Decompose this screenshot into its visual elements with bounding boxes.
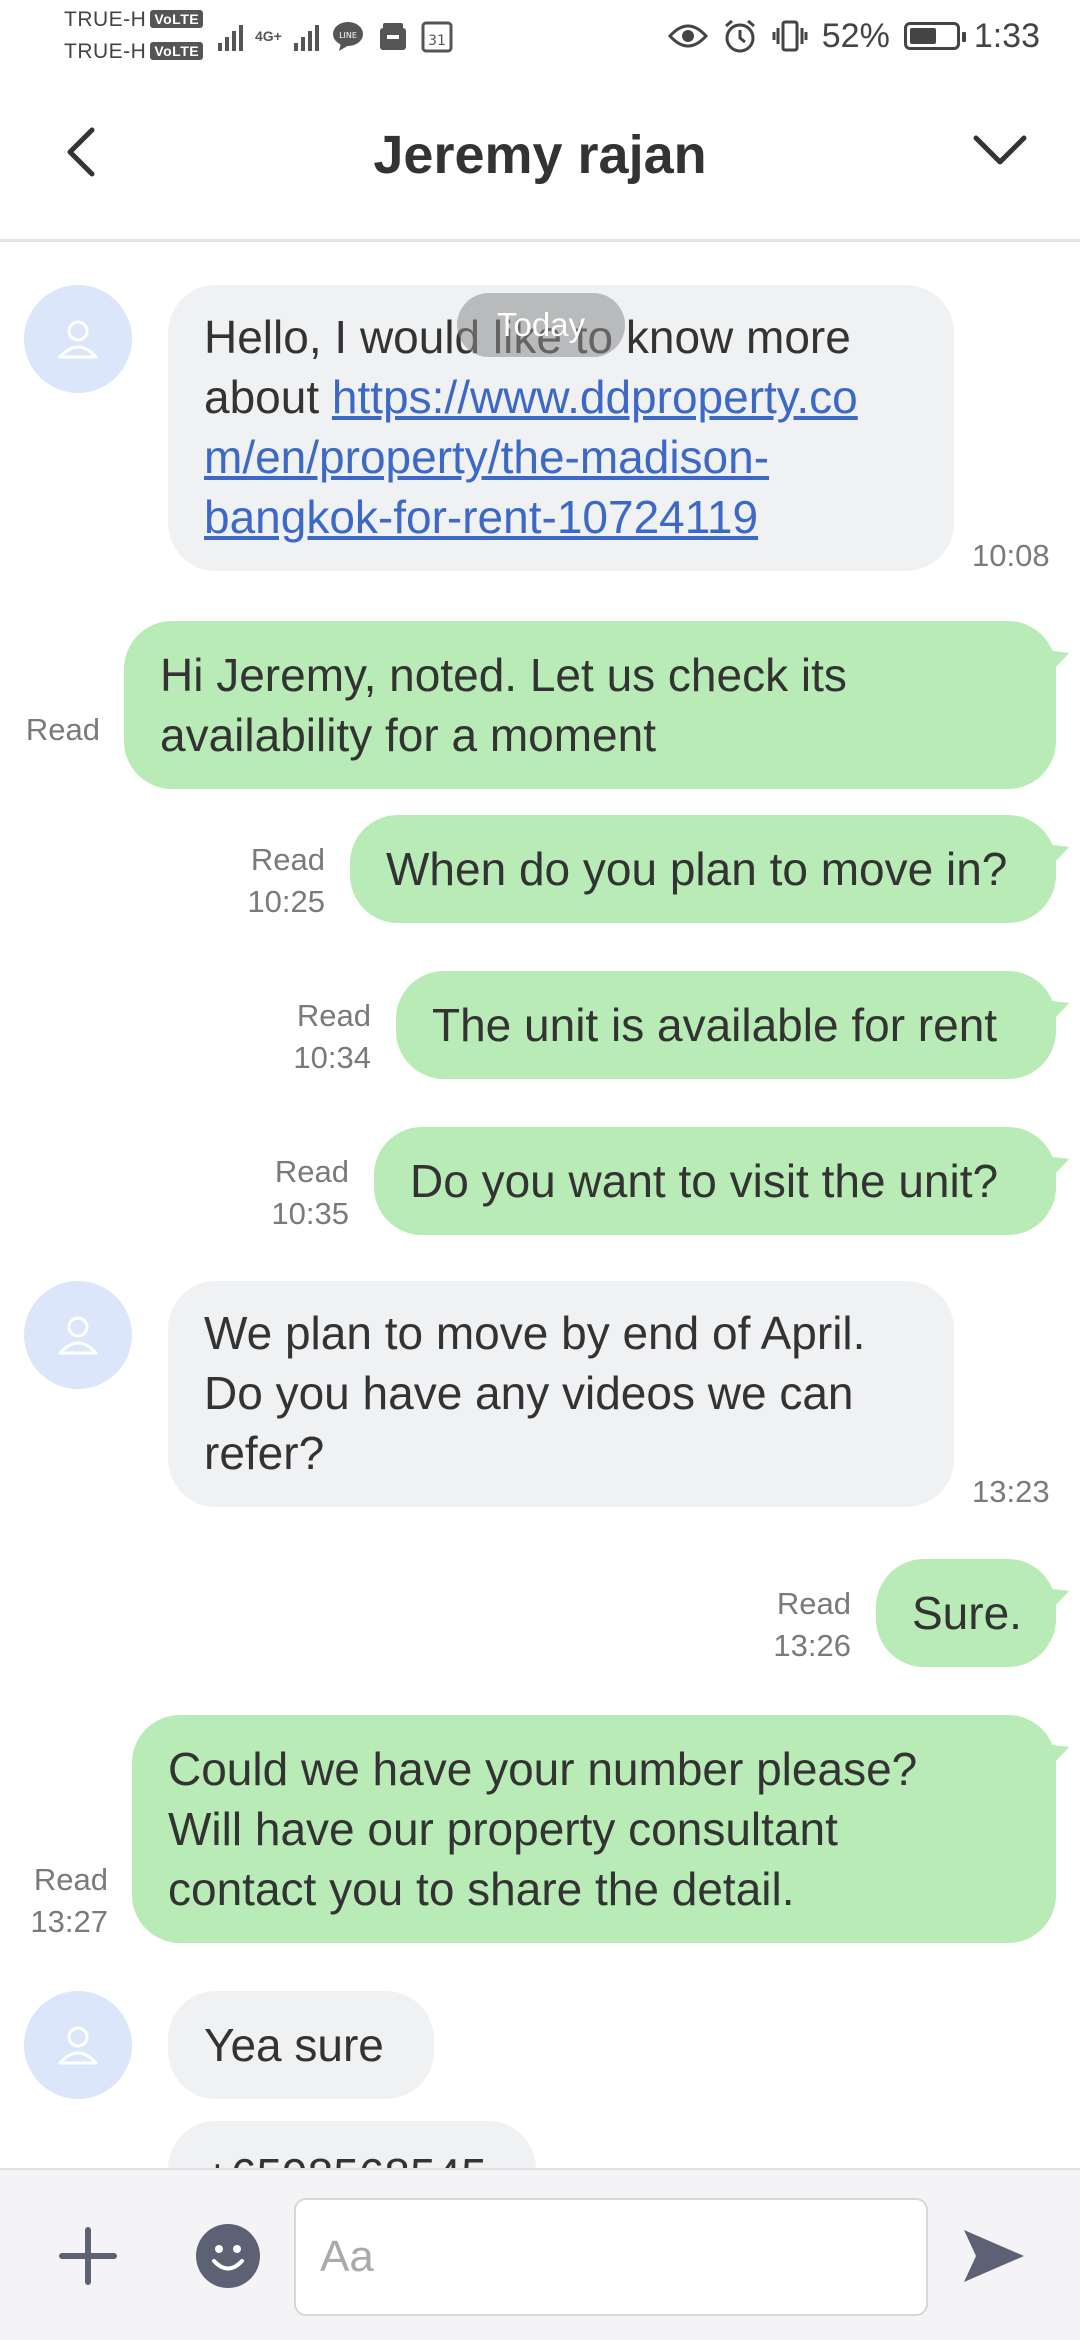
message-bubble-incoming[interactable]: We plan to move by end of April. Do you h… — [168, 1281, 954, 1507]
link-line-1: https://www.ddproperty.co — [331, 371, 858, 423]
read-status-time: Read 13:27 — [20, 1859, 108, 1943]
carrier-2: TRUE-H VoLTE — [64, 40, 204, 64]
message-bubble-outgoing[interactable]: When do you plan to move in? — [350, 815, 1056, 923]
message-text: The unit is available for rent — [432, 999, 998, 1051]
battery-percent: 52% — [821, 16, 890, 55]
message-time: 13:26 — [773, 1628, 851, 1663]
message-time: 10:34 — [293, 1040, 371, 1075]
message-text: +6598568545 — [204, 2149, 487, 2170]
message-text-line-1: We plan to move by end of April. — [204, 1307, 866, 1359]
date-separator: Today — [457, 293, 625, 357]
message-text: Do you want to visit the unit? — [410, 1155, 999, 1207]
vibrate-icon — [772, 20, 808, 52]
message-text: Yea sure — [204, 2019, 384, 2071]
user-icon — [58, 2026, 98, 2065]
status-icons-left: 4G+ LINE 31 — [218, 14, 453, 58]
message-text-line-1: Hi Jeremy, noted. Let us check its — [160, 649, 847, 701]
link-line-2: m/en/property/the-madison- — [204, 431, 770, 483]
eye-icon — [667, 24, 708, 48]
message-bubble-outgoing[interactable]: Could we have your number please? Will ha… — [132, 1715, 1056, 1943]
message-bubble-outgoing[interactable]: Sure. — [876, 1559, 1056, 1667]
read-status: Read — [33, 1862, 108, 1897]
message-text-line-3: refer? — [204, 1427, 325, 1479]
message-input[interactable] — [294, 2198, 928, 2316]
message-time: 10:25 — [247, 884, 325, 919]
read-status: Read — [776, 1586, 851, 1621]
message-text-line-3: contact you to share the detail. — [168, 1863, 795, 1915]
read-status-time: Read 13:26 — [756, 1583, 851, 1667]
carrier-2-label: TRUE-H — [64, 40, 147, 63]
calendar-icon: 31 — [421, 21, 453, 53]
message-time: 10:08 — [972, 538, 1050, 573]
volte-badge-2: VoLTE — [150, 42, 204, 60]
read-status-time: Read 10:34 — [276, 995, 371, 1079]
read-status: Read — [274, 1154, 349, 1189]
message-time: 13:27 — [30, 1904, 108, 1939]
read-status-time: Read 10:25 — [230, 839, 325, 923]
read-status: Read — [250, 842, 325, 877]
message-text-line-2: Will have our property consultant — [168, 1803, 838, 1855]
user-icon — [58, 1316, 98, 1355]
status-icons-right: 52% 1:33 — [667, 14, 1040, 58]
store-icon — [379, 23, 406, 50]
line-app-icon: LINE — [332, 22, 363, 51]
plus-icon[interactable] — [56, 2224, 120, 2288]
read-status: Read — [296, 998, 371, 1033]
signal-icon — [218, 21, 243, 51]
send-icon[interactable] — [960, 2222, 1028, 2290]
read-status-time: Read 10:35 — [254, 1151, 349, 1235]
message-time: 10:35 — [271, 1196, 349, 1231]
smiley-face-icon — [212, 2245, 244, 2271]
calendar-day: 31 — [428, 33, 446, 49]
message-list[interactable]: Hello, I would like to know more about h… — [0, 245, 1080, 2170]
avatar[interactable] — [24, 285, 132, 393]
message-bubble-outgoing[interactable]: The unit is available for rent — [396, 971, 1056, 1079]
message-bubble-outgoing[interactable]: Hi Jeremy, noted. Let us check its availa… — [124, 621, 1056, 789]
battery-icon — [903, 22, 966, 50]
user-icon — [58, 320, 98, 359]
message-text-line-2: availability for a moment — [160, 709, 656, 761]
message-bubble-outgoing[interactable]: Do you want to visit the unit? — [374, 1127, 1056, 1235]
volte-badge: VoLTE — [150, 10, 204, 28]
chat-header: Jeremy rajan — [0, 76, 1080, 242]
message-time: 13:23 — [972, 1474, 1050, 1509]
contact-name: Jeremy rajan — [373, 125, 707, 185]
chevron-down-icon[interactable] — [970, 126, 1030, 176]
message-text-line-1: Could we have your number please? — [168, 1743, 918, 1795]
message-input-bar — [0, 2168, 1080, 2340]
message-bubble-incoming[interactable]: +6598568545 — [168, 2121, 536, 2170]
alarm-icon — [724, 19, 755, 53]
avatar[interactable] — [24, 1991, 132, 2099]
carrier-1-label: TRUE-H — [64, 8, 147, 31]
carrier-1: TRUE-H VoLTE — [64, 8, 204, 32]
emoji-icon[interactable] — [196, 2224, 260, 2288]
svg-text:LINE: LINE — [339, 31, 357, 40]
message-text-line-2: Do you have any videos we can — [204, 1367, 854, 1419]
network-type: 4G+ — [255, 28, 282, 44]
message-text: Sure. — [912, 1587, 1022, 1639]
link-line-3: bangkok-for-rent-10724119 — [204, 491, 759, 543]
message-text: When do you plan to move in? — [386, 843, 1008, 895]
signal-icon-2 — [293, 21, 319, 51]
message-bubble-incoming[interactable]: Yea sure — [168, 1991, 434, 2099]
avatar[interactable] — [24, 1281, 132, 1389]
read-status: Read — [25, 712, 100, 747]
clock: 1:33 — [973, 16, 1040, 55]
status-bar: TRUE-H VoLTE TRUE-H VoLTE 4G+ LINE 31 52% … — [0, 0, 1080, 76]
